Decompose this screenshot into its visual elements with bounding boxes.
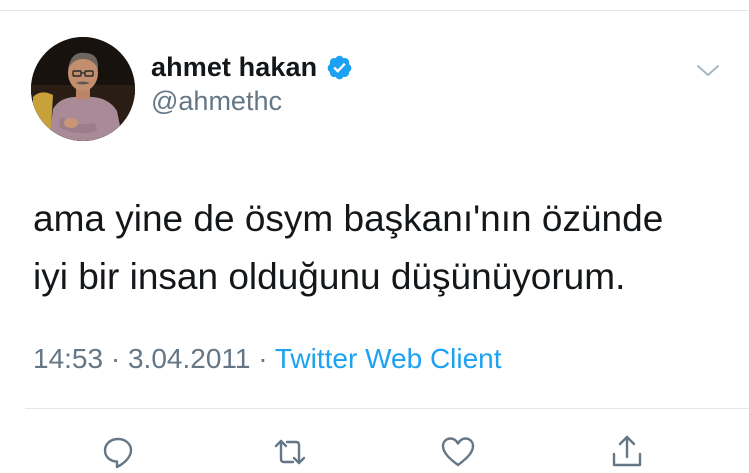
author-handle[interactable]: @ahmethc — [151, 86, 282, 117]
meta-separator: · — [258, 343, 268, 374]
tweet-text: ama yine de ösym başkanı'nın özünde iyi … — [33, 198, 664, 297]
tweet-time[interactable]: 14:53 — [33, 343, 103, 374]
meta-separator: · — [110, 343, 121, 374]
top-divider — [0, 10, 749, 11]
avatar[interactable] — [31, 37, 135, 141]
reply-icon[interactable] — [100, 434, 136, 470]
heart-icon[interactable] — [440, 434, 476, 470]
display-name[interactable]: ahmet hakan — [151, 52, 317, 83]
share-icon[interactable] — [609, 434, 645, 470]
tweet-source-link[interactable]: Twitter Web Client — [275, 343, 502, 374]
tweet-meta: 14:53 · 3.04.2011 · Twitter Web Client — [33, 343, 502, 375]
verified-badge-icon — [326, 54, 353, 81]
actions-divider — [25, 408, 749, 409]
chevron-down-icon[interactable] — [694, 60, 722, 80]
author-name-row[interactable]: ahmet hakan — [151, 50, 353, 84]
avatar-photo — [31, 37, 135, 141]
tweet-date[interactable]: 3.04.2011 — [128, 343, 251, 374]
retweet-icon[interactable] — [272, 434, 308, 470]
